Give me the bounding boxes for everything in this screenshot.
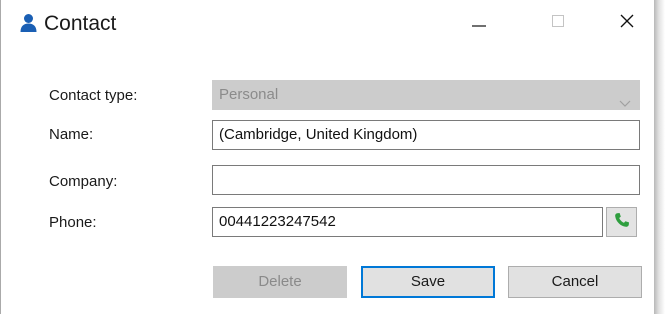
contact-type-select[interactable]: Personal (212, 80, 640, 110)
minimize-button[interactable] (456, 0, 502, 46)
close-button[interactable] (604, 0, 650, 46)
contact-type-value: Personal (219, 86, 279, 103)
minimize-icon (472, 14, 486, 33)
window-shadow (654, 0, 665, 314)
contact-type-label: Contact type: (49, 87, 138, 104)
chevron-down-icon (619, 90, 631, 107)
save-button[interactable]: Save (361, 266, 495, 298)
company-label: Company: (49, 173, 118, 190)
user-icon (20, 13, 37, 33)
maximize-icon (552, 14, 564, 32)
title-bar[interactable]: Contact (1, 0, 654, 50)
window-title: Contact (44, 12, 117, 35)
maximize-button[interactable] (535, 0, 581, 46)
cancel-button[interactable]: Cancel (508, 266, 642, 298)
contact-dialog: Contact Contact type: Personal Name: (Ca… (0, 0, 654, 314)
phone-label: Phone: (49, 214, 97, 231)
delete-button[interactable]: Delete (213, 266, 347, 298)
name-field[interactable]: (Cambridge, United Kingdom) (212, 120, 640, 150)
phone-icon (614, 212, 630, 233)
phone-field[interactable]: 00441223247542 (212, 207, 603, 237)
name-label: Name: (49, 126, 94, 143)
company-field[interactable] (212, 165, 640, 195)
call-button[interactable] (606, 207, 637, 237)
close-icon (620, 14, 634, 33)
